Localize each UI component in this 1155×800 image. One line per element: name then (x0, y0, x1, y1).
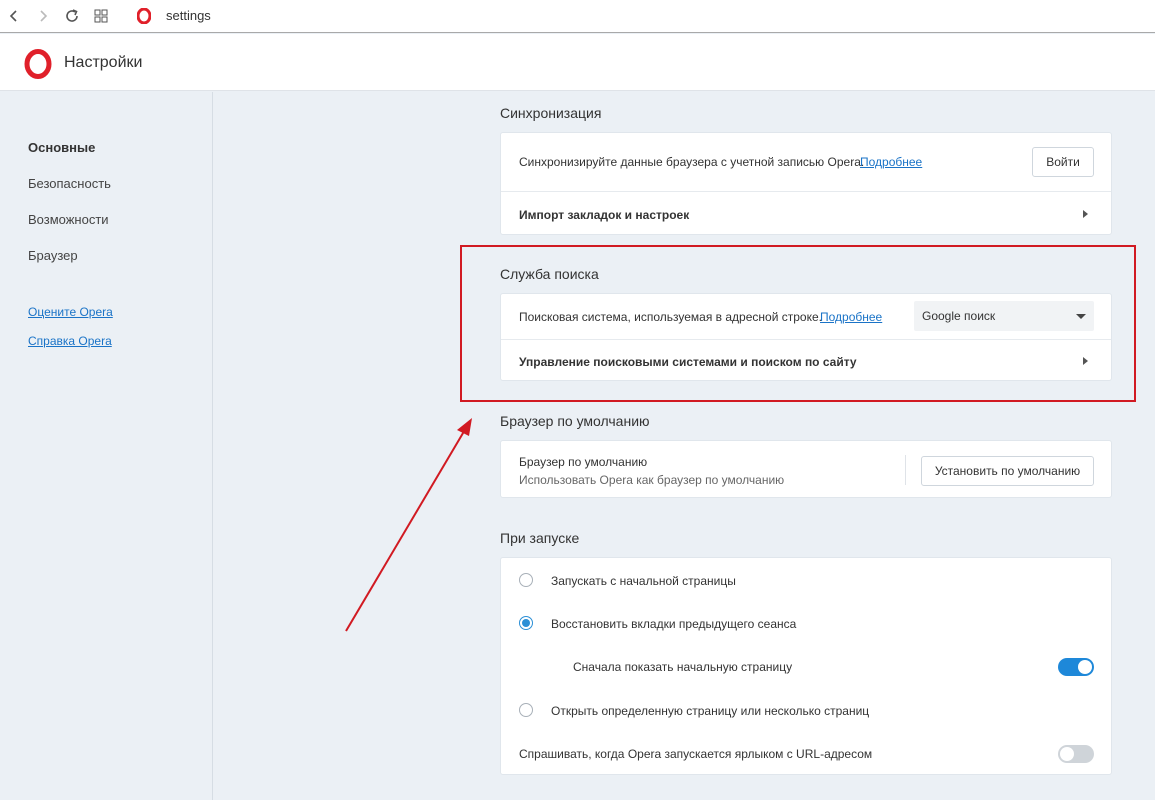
sidebar-item-security[interactable]: Безопасность (28, 176, 111, 191)
browser-toolbar: settings (0, 0, 1155, 33)
set-default-button[interactable]: Установить по умолчанию (921, 456, 1094, 486)
opera-help-link[interactable]: Справка Opera (28, 334, 112, 348)
sidebar-item-features[interactable]: Возможности (28, 212, 109, 227)
back-icon[interactable] (4, 6, 24, 26)
radio-specific-pages[interactable] (519, 703, 533, 717)
show-start-page-label: Сначала показать начальную страницу (573, 660, 793, 674)
default-browser-section-title: Браузер по умолчанию (500, 413, 650, 429)
default-browser-label: Браузер по умолчанию (519, 455, 648, 469)
default-browser-card: Браузер по умолчанию Использовать Opera … (500, 440, 1112, 498)
divider (905, 455, 906, 485)
startup-card: Запускать с начальной страницы Восстанов… (500, 557, 1112, 775)
radio-start-page[interactable] (519, 573, 533, 587)
speed-dial-icon[interactable] (91, 6, 111, 26)
startup-option-label: Восстановить вкладки предыдущего сеанса (551, 617, 797, 631)
show-start-page-toggle[interactable] (1058, 658, 1094, 676)
ask-url-toggle[interactable] (1058, 745, 1094, 763)
ask-url-label: Спрашивать, когда Opera запускается ярлы… (519, 747, 873, 761)
radio-restore-tabs[interactable] (519, 616, 533, 630)
startup-option-label: Запускать с начальной страницы (551, 574, 736, 588)
rate-opera-link[interactable]: Оцените Opera (28, 305, 113, 319)
startup-section-title: При запуске (500, 530, 580, 546)
import-row[interactable]: Импорт закладок и настроек (501, 191, 1111, 236)
sync-more-link[interactable]: Подробнее (860, 155, 922, 169)
annotation-highlight-box (460, 245, 1136, 402)
opera-tab-icon (134, 6, 154, 26)
page-title: Настройки (64, 54, 143, 71)
sidebar-item-browser[interactable]: Браузер (28, 248, 78, 263)
sync-section-title: Синхронизация (500, 105, 602, 121)
address-bar-url[interactable]: settings (166, 8, 211, 23)
login-button[interactable]: Войти (1032, 147, 1094, 177)
sync-card: Синхронизируйте данные браузера с учетно… (500, 132, 1112, 235)
opera-logo-icon (24, 49, 52, 84)
sync-description: Синхронизируйте данные браузера с учетно… (519, 155, 865, 169)
sidebar-item-basic[interactable]: Основные (28, 140, 95, 155)
sync-row: Синхронизируйте данные браузера с учетно… (501, 133, 1111, 191)
sidebar: Основные Безопасность Возможности Браузе… (0, 92, 213, 800)
forward-icon[interactable] (33, 6, 53, 26)
toggle-knob (1078, 660, 1092, 674)
settings-header: Настройки (0, 34, 1155, 91)
toggle-knob (1060, 747, 1074, 761)
chevron-right-icon (1083, 210, 1088, 218)
import-label: Импорт закладок и настроек (519, 208, 690, 222)
reload-icon[interactable] (62, 6, 82, 26)
startup-option-label: Открыть определенную страницу или нескол… (551, 704, 870, 718)
default-browser-sublabel: Использовать Opera как браузер по умолча… (519, 473, 785, 487)
